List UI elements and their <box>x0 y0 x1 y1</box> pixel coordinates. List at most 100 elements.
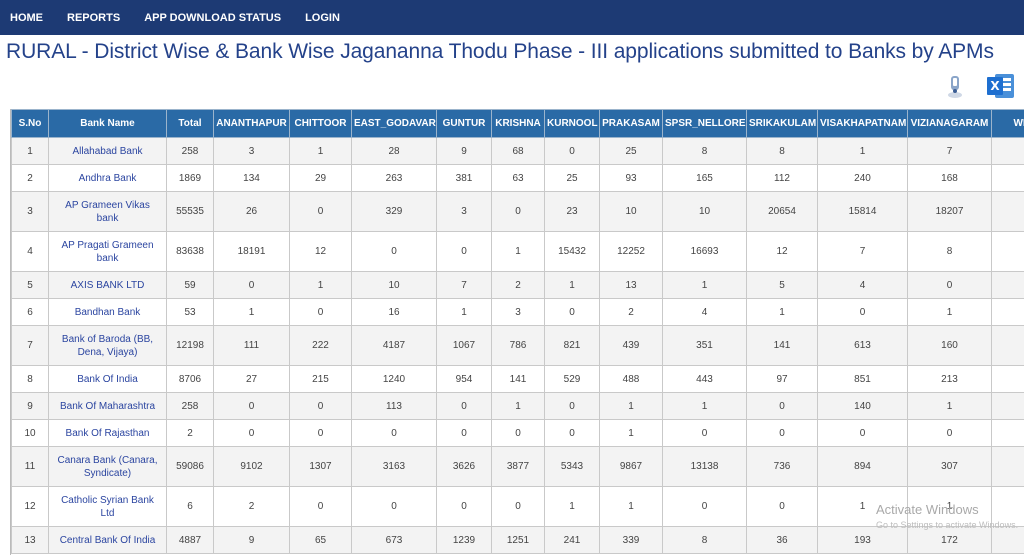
table-cell: 9867 <box>599 446 663 487</box>
nav-app-download-status-link[interactable]: APP DOWNLOAD STATUS <box>144 12 281 24</box>
bank-name-link[interactable]: Catholic Syrian Bank Ltd <box>48 486 167 527</box>
table-cell: 13 <box>11 526 49 554</box>
table-cell: 193 <box>817 526 908 554</box>
table-cell: 9 <box>436 137 492 165</box>
excel-icon[interactable]: X <box>986 72 1016 100</box>
bank-name-link[interactable]: Central Bank Of India <box>48 526 167 554</box>
table-cell: 8 <box>907 231 992 272</box>
bank-name-link[interactable]: Bank Of Rajasthan <box>48 419 167 447</box>
table-cell: 165 <box>662 164 747 192</box>
column-header: KRISHNA <box>491 109 545 138</box>
table-cell: 10 <box>599 191 663 232</box>
table-cell: 10 <box>11 419 49 447</box>
table-cell: 2 <box>491 271 545 299</box>
table-cell: 381 <box>436 164 492 192</box>
column-header: VIZIANAGARAM <box>907 109 992 138</box>
column-header: CHITTOOR <box>289 109 352 138</box>
nav-login-link[interactable]: LOGIN <box>305 12 340 24</box>
table-cell: 3 <box>213 137 290 165</box>
table-cell: 141 <box>746 325 818 366</box>
column-header: VISAKHAPATNAM <box>817 109 908 138</box>
table-cell <box>991 164 1024 192</box>
nav-home-link[interactable]: HOME <box>10 12 43 24</box>
print-icon[interactable] <box>944 73 966 99</box>
bank-name-link[interactable]: Allahabad Bank <box>48 137 167 165</box>
table-cell: 1251 <box>491 526 545 554</box>
bank-name-link[interactable]: Canara Bank (Canara, Syndicate) <box>48 446 167 487</box>
bank-name-link[interactable]: Bank Of India <box>48 365 167 393</box>
table-cell: 2 <box>166 419 214 447</box>
table-cell: 15814 <box>817 191 908 232</box>
bank-name-link[interactable]: Bank of Baroda (BB, Dena, Vijaya) <box>48 325 167 366</box>
bank-name-link[interactable]: Andhra Bank <box>48 164 167 192</box>
page-title: RURAL - District Wise & Bank Wise Jagana… <box>6 40 994 63</box>
table-cell: 1 <box>436 298 492 326</box>
table-row: 11 Canara Bank (Canara, Syndicate) 59086 91… <box>11 446 1024 487</box>
table-cell: 4187 <box>351 325 437 366</box>
top-navbar: HOME REPORTS APP DOWNLOAD STATUS LOGIN <box>0 0 1024 35</box>
table-cell <box>991 271 1024 299</box>
table-cell: 7 <box>436 271 492 299</box>
table-cell <box>991 526 1024 554</box>
table-cell: 1 <box>599 486 663 527</box>
table-cell: 26 <box>213 191 290 232</box>
table-cell: 1 <box>544 271 600 299</box>
table-cell: 0 <box>351 419 437 447</box>
table-cell: 0 <box>289 298 352 326</box>
table-cell: 1 <box>289 137 352 165</box>
table-cell: 27 <box>213 365 290 393</box>
table-cell: 0 <box>436 486 492 527</box>
table-cell: 0 <box>544 392 600 420</box>
table-row: 6 Bandhan Bank 53 1 0 16 1 3 0 2 4 1 0 1 <box>11 298 1024 326</box>
table-cell: 222 <box>289 325 352 366</box>
bank-name-link[interactable]: AP Pragati Grameen bank <box>48 231 167 272</box>
table-cell: 0 <box>351 486 437 527</box>
table-cell: 140 <box>817 392 908 420</box>
table-cell: 55535 <box>166 191 214 232</box>
table-cell: 9102 <box>213 446 290 487</box>
table-cell: 0 <box>213 392 290 420</box>
table-cell: 215 <box>289 365 352 393</box>
table-cell: 1869 <box>166 164 214 192</box>
table-cell: 113 <box>351 392 437 420</box>
table-cell: 11 <box>11 446 49 487</box>
table-cell: 160 <box>907 325 992 366</box>
table-cell: 97 <box>746 365 818 393</box>
column-header: WE <box>991 109 1024 138</box>
table-cell: 0 <box>746 419 818 447</box>
table-cell: 1 <box>491 392 545 420</box>
bank-name-link[interactable]: AP Grameen Vikas bank <box>48 191 167 232</box>
bank-district-table-container[interactable]: S.No Bank Name Total ANANTHAPUR CHITTOOR EAST… <box>10 109 1024 555</box>
table-cell <box>991 191 1024 232</box>
bank-name-link[interactable]: Bank Of Maharashtra <box>48 392 167 420</box>
column-header: S.No <box>11 109 49 138</box>
table-cell: 36 <box>746 526 818 554</box>
table-row: 10 Bank Of Rajasthan 2 0 0 0 0 0 0 1 0 0 0 0 <box>11 419 1024 447</box>
table-cell: 0 <box>907 271 992 299</box>
table-cell: 1 <box>11 137 49 165</box>
table-cell: 18191 <box>213 231 290 272</box>
table-cell: 0 <box>436 419 492 447</box>
bank-name-link[interactable]: Bandhan Bank <box>48 298 167 326</box>
nav-reports-link[interactable]: REPORTS <box>67 12 120 24</box>
table-cell: 736 <box>746 446 818 487</box>
table-cell: 329 <box>351 191 437 232</box>
bank-name-link[interactable]: AXIS BANK LTD <box>48 271 167 299</box>
table-cell: 25 <box>599 137 663 165</box>
table-row: 7 Bank of Baroda (BB, Dena, Vijaya) 12198 1… <box>11 325 1024 366</box>
table-cell: 2 <box>599 298 663 326</box>
table-cell: 0 <box>491 191 545 232</box>
table-cell: 12 <box>289 231 352 272</box>
table-cell: 1 <box>491 231 545 272</box>
table-row: 8 Bank Of India 8706 27 215 1240 954 141 529 488 4… <box>11 365 1024 393</box>
table-cell: 613 <box>817 325 908 366</box>
table-cell: 3877 <box>491 446 545 487</box>
table-cell: 443 <box>662 365 747 393</box>
table-cell: 3 <box>491 298 545 326</box>
table-cell: 0 <box>289 392 352 420</box>
table-row: 5 AXIS BANK LTD 59 0 1 10 7 2 1 13 1 5 4 0 <box>11 271 1024 299</box>
table-cell: 13 <box>599 271 663 299</box>
table-cell: 4 <box>11 231 49 272</box>
table-cell: 83638 <box>166 231 214 272</box>
table-cell: 5 <box>11 271 49 299</box>
